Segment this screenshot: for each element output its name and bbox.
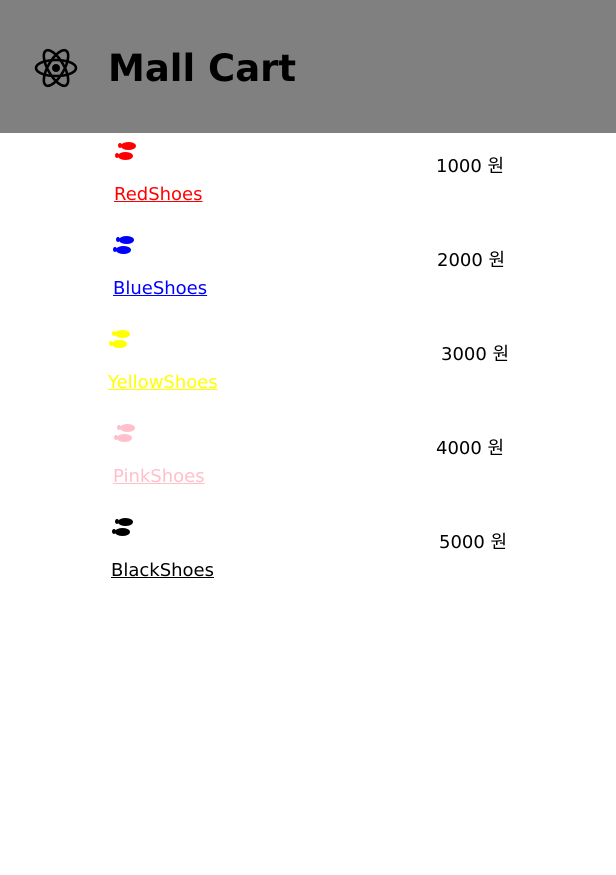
product-link-yellowshoes[interactable]: YellowShoes — [108, 371, 218, 395]
product-link-redshoes[interactable]: RedShoes — [114, 183, 203, 207]
app-header: Mall Cart — [0, 0, 616, 133]
react-atom-icon — [34, 48, 78, 88]
footprints-icon — [109, 330, 130, 348]
footprints-icon — [112, 518, 133, 536]
product-price: 4000 원 — [436, 438, 505, 459]
product-price: 1000 원 — [436, 156, 505, 177]
product-row: RedShoes 1000 원 — [0, 133, 616, 227]
product-link-blueshoes[interactable]: BlueShoes — [113, 277, 207, 301]
product-price: 3000 원 — [441, 344, 510, 365]
footprints-icon — [114, 424, 135, 442]
product-row: BlueShoes 2000 원 — [0, 227, 616, 321]
product-price: 2000 원 — [437, 250, 506, 271]
product-row: PinkShoes 4000 원 — [0, 415, 616, 509]
product-link-pinkshoes[interactable]: PinkShoes — [113, 465, 205, 489]
footprints-icon — [113, 236, 134, 254]
product-row: BlackShoes 5000 원 — [0, 509, 616, 603]
footprints-icon — [115, 142, 136, 160]
product-link-blackshoes[interactable]: BlackShoes — [111, 559, 214, 583]
page-title: Mall Cart — [108, 47, 297, 90]
product-row: YellowShoes 3000 원 — [0, 321, 616, 415]
product-price: 5000 원 — [439, 532, 508, 553]
